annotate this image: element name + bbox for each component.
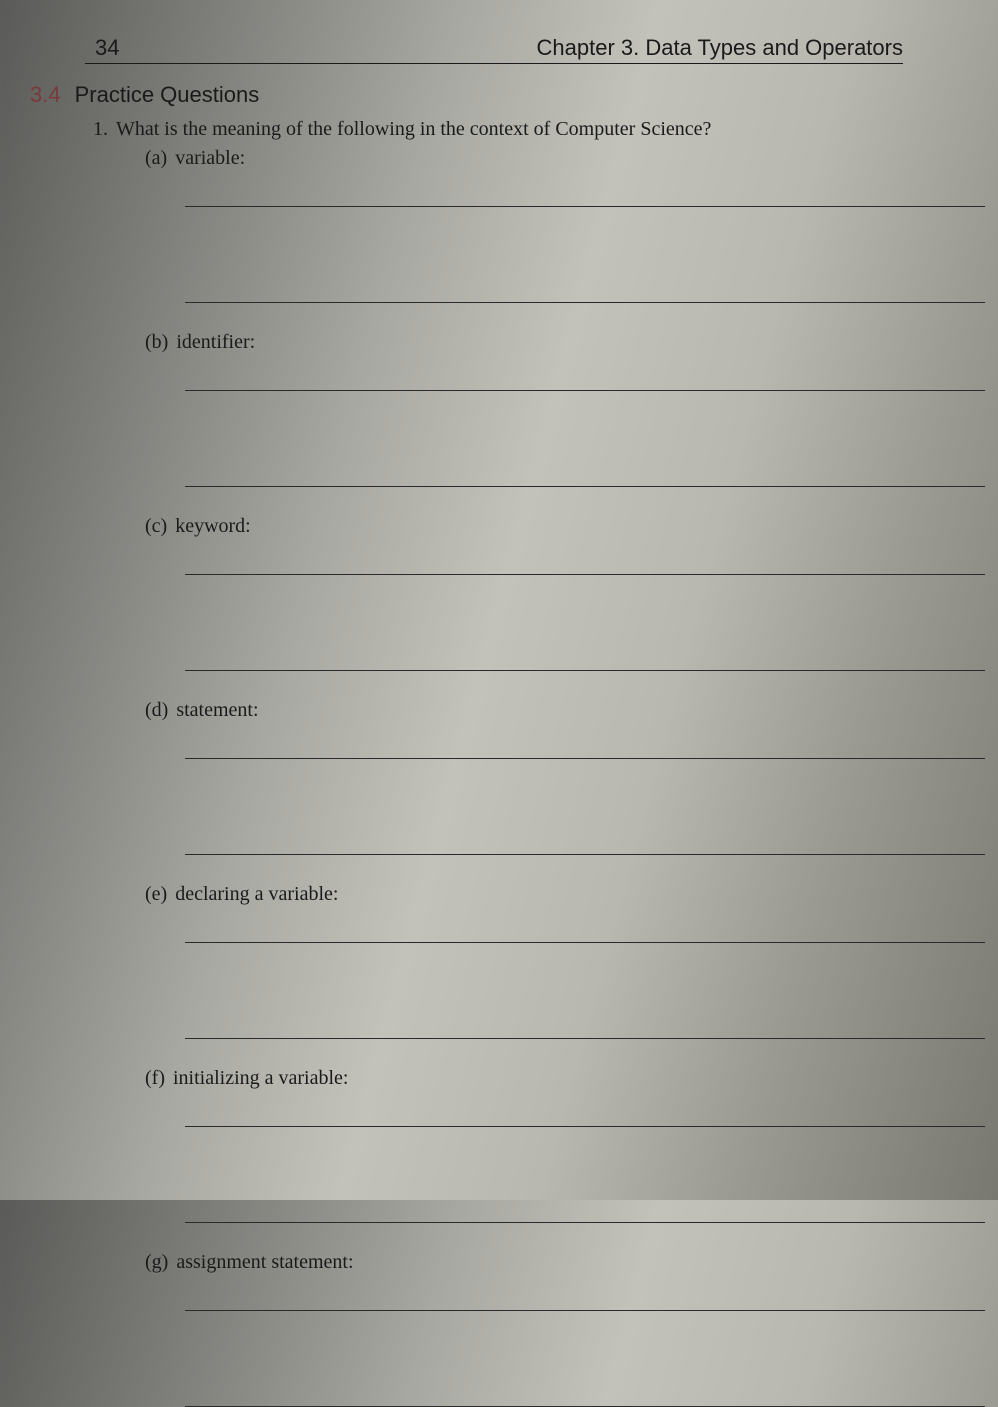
section-heading: 3.4 Practice Questions: [30, 82, 998, 108]
sub-label: (c): [145, 515, 167, 537]
answer-lines: [185, 206, 998, 303]
answer-lines: [185, 1126, 998, 1223]
answer-line: [185, 574, 985, 575]
answer-line: [185, 1310, 985, 1311]
section-title: Practice Questions: [75, 82, 260, 108]
page-header: 34 Chapter 3. Data Types and Operators: [85, 35, 903, 64]
answer-line: [185, 1126, 985, 1127]
question-text: What is the meaning of the following in …: [116, 118, 711, 141]
sub-question-a: (a) variable:: [145, 147, 998, 303]
answer-lines: [185, 390, 998, 487]
question-block: 1. What is the meaning of the following …: [90, 118, 998, 1407]
question-number: 1.: [90, 118, 108, 141]
sub-label: (f): [145, 1067, 165, 1089]
sub-text: assignment statement:: [176, 1251, 353, 1273]
answer-line: [185, 1175, 985, 1223]
sub-label: (g): [145, 1251, 168, 1273]
question-line: 1. What is the meaning of the following …: [90, 118, 998, 141]
sub-question-d: (d) statement:: [145, 699, 998, 855]
page-number: 34: [85, 35, 119, 61]
sub-question-e: (e) declaring a variable:: [145, 883, 998, 1039]
answer-line: [185, 807, 985, 855]
sub-label: (e): [145, 883, 167, 905]
answer-line: [185, 206, 985, 207]
answer-line: [185, 991, 985, 1039]
answer-line: [185, 255, 985, 303]
textbook-page: 34 Chapter 3. Data Types and Operators 3…: [0, 5, 998, 1200]
sub-label: (a): [145, 147, 167, 169]
sub-text: declaring a variable:: [175, 883, 338, 905]
answer-lines: [185, 574, 998, 671]
sub-question-g: (g) assignment statement:: [145, 1251, 998, 1407]
sub-label: (b): [145, 331, 168, 353]
answer-lines: [185, 758, 998, 855]
answer-line: [185, 623, 985, 671]
section-number: 3.4: [30, 82, 61, 108]
answer-lines: [185, 1310, 998, 1407]
answer-lines: [185, 942, 998, 1039]
sub-question-b: (b) identifier:: [145, 331, 998, 487]
answer-line: [185, 1359, 985, 1407]
sub-text: initializing a variable:: [173, 1067, 349, 1089]
sub-text: variable:: [175, 147, 245, 169]
answer-line: [185, 942, 985, 943]
sub-text: statement:: [176, 699, 258, 721]
answer-line: [185, 439, 985, 487]
sub-question-c: (c) keyword:: [145, 515, 998, 671]
sub-label: (d): [145, 699, 168, 721]
answer-line: [185, 390, 985, 391]
sub-text: identifier:: [176, 331, 255, 353]
chapter-title: Chapter 3. Data Types and Operators: [537, 35, 903, 61]
answer-line: [185, 758, 985, 759]
sub-text: keyword:: [175, 515, 251, 537]
